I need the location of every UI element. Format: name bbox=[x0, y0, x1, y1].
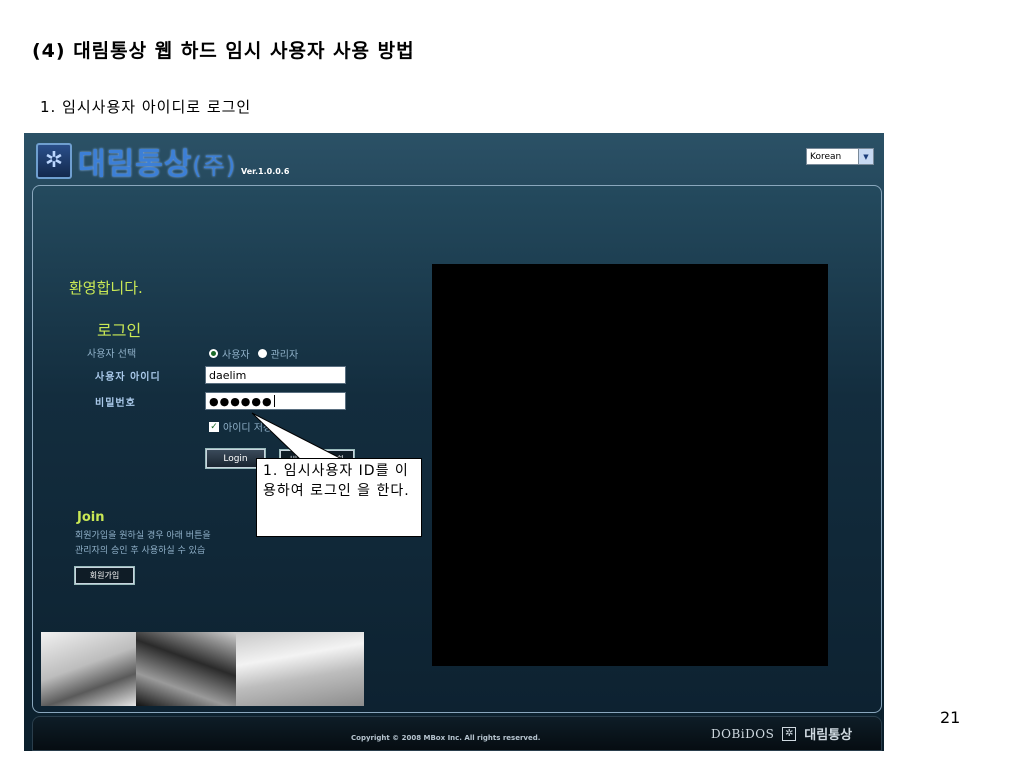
media-area bbox=[432, 264, 828, 666]
user-type-label: 사용자 선택 bbox=[87, 349, 137, 360]
page-number: 21 bbox=[940, 708, 961, 727]
footer-brands: DOBiDOS ✲ 대림통상 bbox=[711, 724, 852, 743]
radio-user[interactable] bbox=[209, 349, 218, 358]
password-input[interactable]: ●●●●●● bbox=[205, 392, 346, 410]
radio-admin-label: 관리자 bbox=[270, 350, 299, 361]
remember-id-row[interactable]: ✓ 아이디 저장 bbox=[209, 419, 272, 434]
footer: Copyright © 2008 MBox Inc. All rights re… bbox=[32, 716, 882, 751]
daelim-star-icon: ✲ bbox=[782, 726, 797, 741]
join-description: 회원가입을 원하실 경우 아래 버튼을 관리자의 승인 후 사용하실 수 있습 bbox=[75, 529, 265, 559]
dobidos-logo: DOBiDOS bbox=[711, 726, 775, 741]
product-photo-toilet bbox=[41, 632, 136, 706]
user-type-radio-group: 사용자 관리자 bbox=[209, 346, 298, 361]
id-input-value: daelim bbox=[209, 368, 247, 382]
logo-suffix: (주) bbox=[192, 152, 237, 180]
radio-admin[interactable] bbox=[257, 349, 267, 358]
remember-id-checkbox[interactable]: ✓ bbox=[209, 421, 219, 432]
password-label: 비밀번호 bbox=[95, 398, 136, 409]
callout-box: 1. 임시사용자 ID를 이용하여 로그인 을 한다. bbox=[256, 458, 422, 537]
daelim-star-icon: ✲ bbox=[36, 143, 72, 179]
product-photo-bathtub bbox=[236, 632, 364, 706]
text-caret bbox=[273, 395, 275, 407]
remember-id-label: 아이디 저장 bbox=[223, 423, 273, 434]
welcome-text: 환영합니다. bbox=[69, 279, 143, 297]
logo-name: 대림통상 bbox=[78, 147, 193, 182]
language-value: Korean bbox=[810, 151, 842, 162]
join-description-line1: 회원가입을 원하실 경우 아래 버튼을 bbox=[75, 531, 211, 541]
company-logo: ✲ 대림통상(주) bbox=[36, 139, 236, 183]
step-title: 1. 임시사용자 아이디로 로그인 bbox=[40, 98, 252, 116]
id-label: 사용자 아이디 bbox=[95, 372, 161, 383]
signup-button[interactable]: 회원가입 bbox=[75, 567, 134, 584]
join-title: Join bbox=[77, 510, 105, 525]
main-panel: 환영합니다. 로그인 사용자 선택 사용자 관리자 사용자 아이디 daelim… bbox=[32, 185, 882, 713]
app-screenshot: ✲ 대림통상(주) Ver.1.0.0.6 Korean ▼ 환영합니다. 로그… bbox=[24, 133, 884, 751]
id-input[interactable]: daelim bbox=[205, 366, 346, 384]
version-label: Ver.1.0.0.6 bbox=[241, 167, 290, 176]
password-input-value: ●●●●●● bbox=[209, 394, 273, 408]
copyright-text: Copyright © 2008 MBox Inc. All rights re… bbox=[351, 734, 541, 742]
chevron-down-icon[interactable]: ▼ bbox=[858, 149, 873, 164]
radio-user-label: 사용자 bbox=[222, 350, 250, 361]
login-title: 로그인 bbox=[97, 321, 142, 340]
footer-brand-name: 대림통상 bbox=[804, 728, 853, 743]
product-photo-faucet bbox=[136, 632, 236, 706]
slide-title: (4) 대림통상 웹 하드 임시 사용자 사용 방법 bbox=[32, 40, 415, 62]
logo-text: 대림통상(주) bbox=[78, 139, 236, 183]
language-select[interactable]: Korean ▼ bbox=[806, 148, 874, 165]
join-description-line2: 관리자의 승인 후 사용하실 수 있습 bbox=[75, 546, 206, 556]
